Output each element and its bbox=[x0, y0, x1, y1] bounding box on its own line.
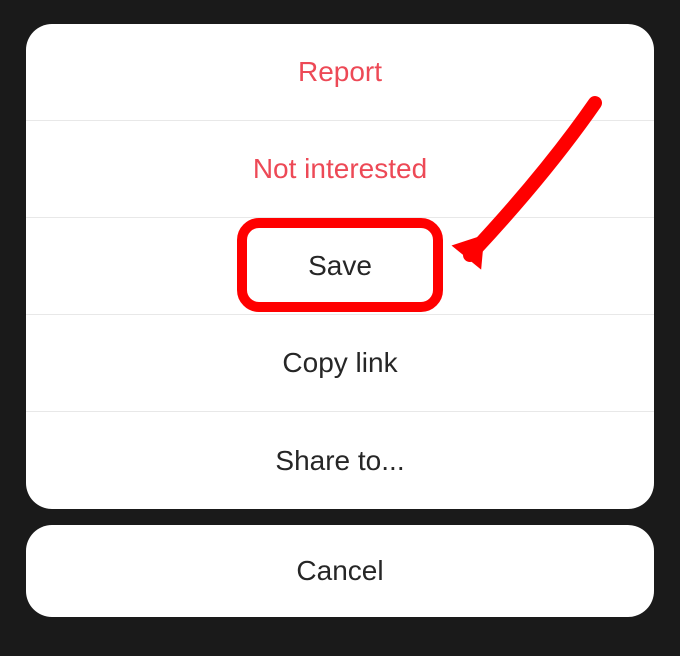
copy-link-label: Copy link bbox=[282, 347, 397, 379]
cancel-label: Cancel bbox=[296, 555, 383, 587]
save-button[interactable]: Save bbox=[26, 218, 654, 315]
copy-link-button[interactable]: Copy link bbox=[26, 315, 654, 412]
cancel-sheet: Cancel bbox=[26, 525, 654, 617]
not-interested-button[interactable]: Not interested bbox=[26, 121, 654, 218]
action-sheet: Report Not interested Save Copy link Sha… bbox=[26, 24, 654, 509]
not-interested-label: Not interested bbox=[253, 153, 427, 185]
report-label: Report bbox=[298, 56, 382, 88]
share-to-button[interactable]: Share to... bbox=[26, 412, 654, 509]
cancel-button[interactable]: Cancel bbox=[26, 525, 654, 617]
share-to-label: Share to... bbox=[275, 445, 404, 477]
report-button[interactable]: Report bbox=[26, 24, 654, 121]
save-label: Save bbox=[308, 250, 372, 282]
